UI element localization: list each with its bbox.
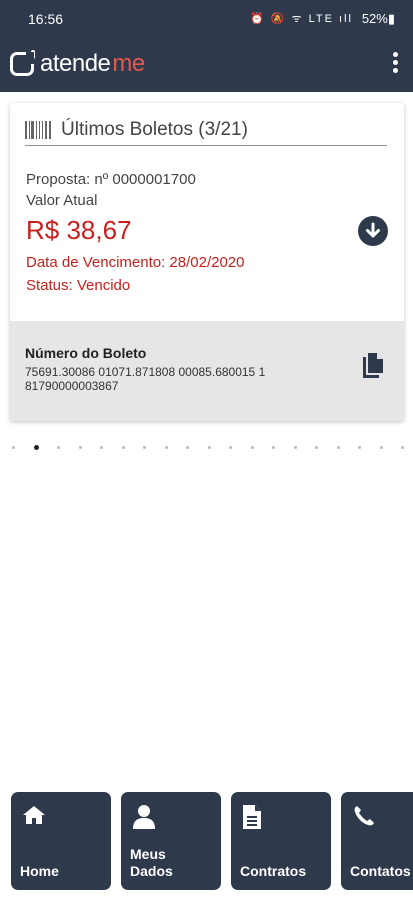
nav-contatos-label: Contatos (350, 863, 411, 879)
nav-meus-dados-label: Meus Dados (130, 846, 173, 880)
boleto-card: Últimos Boletos (3/21) Proposta: nº 0000… (10, 103, 404, 421)
pagination-dot[interactable] (401, 446, 404, 449)
document-icon (243, 805, 261, 829)
amount-value: R$ 38,67 (26, 215, 132, 245)
pagination-dot[interactable] (143, 446, 146, 449)
nav-meus-dados-line2: Dados (130, 863, 173, 879)
pagination-dot[interactable] (78, 446, 82, 449)
user-icon (133, 805, 155, 829)
pagination-dot[interactable] (33, 445, 39, 450)
proposal-number: Proposta: nº 0000001700 (26, 171, 196, 188)
download-button[interactable] (358, 216, 388, 246)
nav-contratos-label: Contratos (240, 863, 307, 879)
nav-contatos[interactable]: Contatos (341, 792, 413, 890)
carousel-pagination (12, 445, 404, 452)
pagination-dot[interactable] (164, 446, 168, 449)
boleto-number-label: Número do Boleto (25, 345, 147, 361)
logo-text-atende: atende (40, 50, 111, 77)
phone-icon (354, 806, 374, 826)
nav-contratos[interactable]: Contratos (231, 792, 331, 890)
pagination-dot[interactable] (315, 446, 318, 449)
app-logo: atende me (10, 50, 145, 78)
pagination-dot[interactable] (293, 446, 297, 449)
bottom-navigation: Home Meus Dados Contratos Contatos (0, 792, 413, 892)
card-title: Últimos Boletos (3/21) (61, 118, 248, 140)
boleto-number-value: 75691.30086 01071.871808 00085.680015 1 … (25, 365, 266, 393)
logo-mark-icon (10, 50, 35, 76)
boleto-number-panel: Número do Boleto 75691.30086 01071.87180… (10, 321, 404, 421)
barcode-icon (25, 120, 51, 139)
battery-indicator: 52%▮ (361, 11, 395, 26)
copy-button[interactable] (360, 351, 386, 381)
due-info: Data de Vencimento: 28/02/2020 Status: V… (26, 251, 245, 297)
pagination-dot[interactable] (336, 446, 340, 449)
due-date: Data de Vencimento: 28/02/2020 (26, 254, 245, 271)
proposal-info: Proposta: nº 0000001700 Valor Atual (26, 169, 196, 211)
overflow-menu-icon[interactable] (391, 52, 399, 76)
pagination-dot[interactable] (207, 446, 211, 449)
pagination-dot[interactable] (57, 446, 60, 449)
nav-home[interactable]: Home (11, 792, 111, 890)
pagination-dot[interactable] (379, 446, 383, 449)
status-text: Status: Vencido (26, 277, 131, 294)
pagination-dot[interactable] (358, 446, 361, 449)
pagination-dot[interactable] (272, 446, 275, 449)
pagination-dot[interactable] (12, 446, 15, 449)
status-bar: 16:56 ⏰ 🔕 ᯤ LTE ıll 52%▮ (0, 0, 413, 36)
value-label: Valor Atual (26, 192, 98, 209)
nav-home-label: Home (20, 863, 59, 879)
logo-text-me: me (112, 50, 145, 77)
home-icon (23, 806, 45, 824)
pagination-dot[interactable] (250, 446, 254, 449)
status-icons: ⏰ 🔕 ᯤ LTE ıll (250, 13, 353, 25)
pagination-dot[interactable] (100, 446, 103, 449)
card-header: Últimos Boletos (3/21) (25, 114, 387, 146)
nav-meus-dados-line1: Meus (130, 846, 166, 862)
nav-meus-dados[interactable]: Meus Dados (121, 792, 221, 890)
pagination-dot[interactable] (229, 446, 232, 449)
pagination-dot[interactable] (186, 446, 189, 449)
copy-icon (363, 353, 383, 378)
pagination-dot[interactable] (121, 446, 125, 449)
app-bar: atende me (0, 36, 413, 92)
arrow-down-icon (366, 222, 380, 238)
status-time: 16:56 (28, 11, 64, 27)
